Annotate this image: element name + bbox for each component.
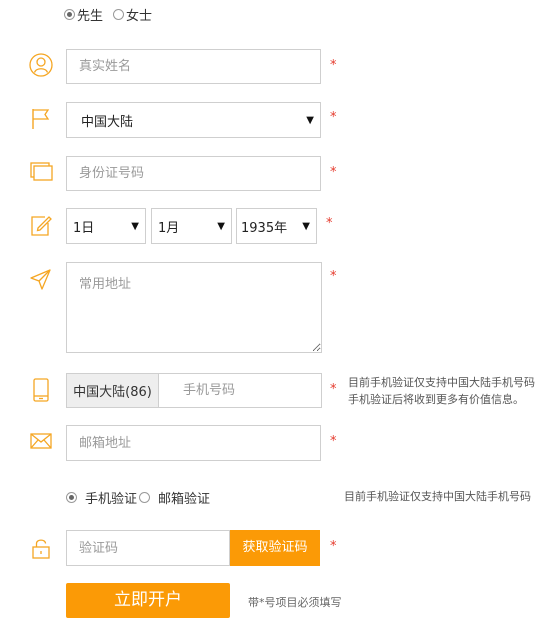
verification-code-input[interactable] [66, 530, 230, 566]
birthday-required-mark: * [326, 216, 333, 231]
phone-required-mark: * [330, 382, 337, 397]
birth-month-dropdown-arrow-icon: ▼ [217, 220, 225, 232]
mobile-phone-icon [28, 377, 54, 403]
region-required-mark: * [330, 110, 337, 125]
get-code-button[interactable]: 获取验证码 [230, 530, 320, 566]
gender-male-label: 先生 [77, 8, 104, 24]
verify-hint: 目前手机验证仅支持中国大陆手机号码 [344, 490, 531, 503]
verify-phone-option[interactable]: 手机验证 [66, 489, 138, 507]
phone-country-prefix[interactable]: 中国大陆(86) [66, 373, 158, 408]
id-number-input[interactable] [66, 156, 321, 191]
birth-year-select[interactable]: 1935年 ▼ [236, 208, 317, 244]
gender-male-option[interactable]: 先生 [64, 6, 104, 24]
verify-email-label: 邮箱验证 [158, 491, 211, 507]
flag-icon [28, 106, 54, 132]
gender-female-option[interactable]: 女士 [113, 6, 153, 24]
id-required-mark: * [330, 165, 337, 180]
phone-hint-line2: 手机验证后将收到更多有价值信息。 [348, 393, 524, 406]
email-input[interactable] [66, 425, 321, 461]
open-account-button[interactable]: 立即开户 [66, 583, 230, 618]
edit-calendar-icon [28, 213, 54, 239]
phone-hint: 目前手机验证仅支持中国大陆手机号码 手机验证后将收到更多有价值信息。 [348, 374, 558, 408]
verify-email-option[interactable]: 邮箱验证 [139, 489, 211, 507]
code-required-mark: * [330, 539, 337, 554]
lock-icon [28, 535, 54, 561]
address-textarea[interactable] [66, 262, 322, 353]
birth-year-dropdown-arrow-icon: ▼ [302, 220, 310, 232]
verify-email-radio[interactable] [139, 491, 150, 503]
phone-country-prefix-label: 中国大陆(86) [73, 385, 152, 400]
birth-month-select[interactable]: 1月 ▼ [151, 208, 232, 244]
birth-day-dropdown-arrow-icon: ▼ [131, 220, 139, 232]
location-arrow-icon [28, 267, 54, 293]
user-icon [28, 52, 54, 78]
verify-phone-radio[interactable] [66, 491, 77, 503]
name-required-mark: * [330, 58, 337, 73]
gender-male-radio[interactable] [64, 8, 75, 20]
region-select-value: 中国大陆 [81, 114, 134, 130]
id-card-icon [28, 159, 54, 185]
gender-female-radio[interactable] [113, 8, 124, 20]
birth-year-value: 1935年 [241, 220, 288, 236]
verify-phone-label: 手机验证 [85, 491, 138, 507]
birth-day-value: 1日 [73, 220, 95, 236]
required-note: 带*号项目必须填写 [248, 596, 342, 609]
email-required-mark: * [330, 434, 337, 449]
phone-hint-line1: 目前手机验证仅支持中国大陆手机号码 [348, 376, 535, 389]
gender-female-label: 女士 [126, 8, 153, 24]
birth-day-select[interactable]: 1日 ▼ [66, 208, 146, 244]
birth-month-value: 1月 [158, 220, 180, 236]
region-select[interactable]: 中国大陆 ▼ [66, 102, 321, 138]
phone-number-input[interactable] [158, 373, 322, 408]
mail-icon [28, 428, 54, 454]
real-name-input[interactable] [66, 49, 321, 84]
region-dropdown-arrow-icon: ▼ [306, 114, 314, 126]
address-required-mark: * [330, 269, 337, 284]
